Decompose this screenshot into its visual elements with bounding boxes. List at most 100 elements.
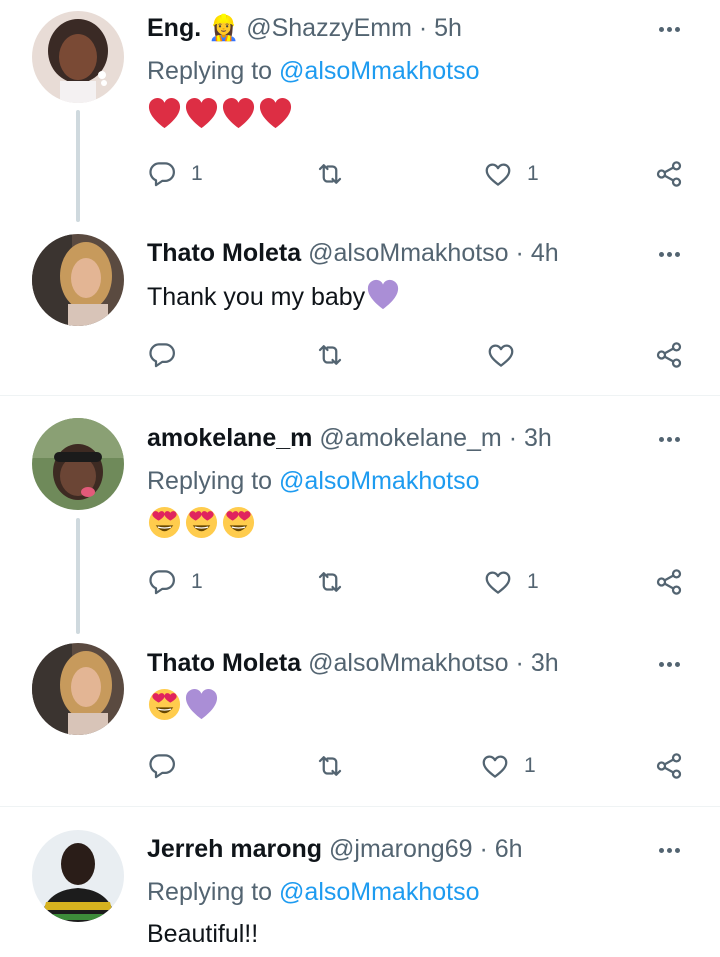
divider: [0, 395, 720, 396]
tweet-text: Beautiful!!: [147, 920, 259, 948]
tweet-text-content: Thank you my baby: [147, 283, 366, 311]
replying-prefix: Replying to: [147, 878, 273, 906]
heart-eyes-emoji: [148, 688, 181, 721]
username[interactable]: @alsoMmakhotso: [308, 239, 508, 267]
like-icon: [488, 344, 514, 367]
retweet-icon: [318, 164, 342, 184]
tweet-actions: 1 1: [0, 156, 720, 192]
tweet-text: Thank you my baby: [147, 278, 401, 314]
tweet-emojis: [147, 505, 256, 540]
replying-to: Replying to @alsoMmakhotso: [147, 54, 479, 88]
reply-count: 1: [191, 570, 203, 593]
separator-dot: ·: [515, 239, 524, 267]
more-icon[interactable]: [652, 647, 686, 681]
timestamp[interactable]: 3h: [524, 424, 552, 452]
share-button[interactable]: [654, 564, 684, 600]
like-button[interactable]: 1: [483, 564, 539, 600]
red-heart-emoji: [185, 97, 218, 129]
like-count: 1: [527, 162, 539, 185]
timestamp[interactable]: 6h: [495, 835, 523, 863]
tweet-actions: 1: [0, 748, 720, 784]
like-button[interactable]: [486, 337, 530, 373]
tweet[interactable]: Thato Moleta @alsoMmakhotso · 3h 1: [0, 634, 720, 804]
more-icon[interactable]: [652, 422, 686, 456]
tweet-emojis: [147, 687, 219, 722]
more-icon[interactable]: [652, 833, 686, 867]
tweet-header: Jerreh marong @jmarong69 · 6h: [147, 832, 523, 866]
more-icon[interactable]: [652, 12, 686, 46]
reply-button[interactable]: [147, 337, 191, 373]
like-icon: [485, 163, 511, 186]
reply-button[interactable]: [147, 748, 191, 784]
tweet-actions: 1 1: [0, 564, 720, 600]
share-icon: [656, 161, 682, 187]
mention-link[interactable]: @alsoMmakhotso: [279, 467, 479, 495]
red-heart-emoji: [259, 97, 292, 129]
display-name[interactable]: Jerreh marong: [147, 835, 322, 863]
reply-count: 1: [191, 162, 203, 185]
separator-dot: ·: [508, 424, 518, 452]
timestamp[interactable]: 4h: [531, 239, 559, 267]
share-icon: [656, 569, 682, 595]
display-name[interactable]: amokelane_m: [147, 424, 312, 452]
reply-icon: [149, 754, 175, 779]
reply-button[interactable]: 1: [147, 156, 203, 192]
username[interactable]: @alsoMmakhotso: [308, 649, 508, 677]
heart-eyes-emoji: [148, 506, 181, 539]
tweet[interactable]: Jerreh marong @jmarong69 · 6h Replying t…: [0, 820, 720, 957]
retweet-icon: [318, 756, 342, 776]
red-heart-emoji: [222, 97, 255, 129]
replying-to: Replying to @alsoMmakhotso: [147, 464, 479, 498]
username[interactable]: @amokelane_m: [319, 424, 501, 452]
separator-dot: ·: [515, 649, 524, 677]
red-heart-emoji: [148, 97, 181, 129]
like-icon: [485, 571, 511, 594]
timestamp[interactable]: 5h: [434, 14, 462, 42]
retweet-button[interactable]: [315, 564, 359, 600]
share-button[interactable]: [654, 337, 684, 373]
reply-icon: [149, 570, 175, 595]
replying-prefix: Replying to: [147, 57, 273, 85]
display-name[interactable]: Thato Moleta: [147, 239, 301, 267]
more-icon[interactable]: [652, 237, 686, 271]
tweet[interactable]: amokelane_m @amokelane_m · 3h Replying t…: [0, 408, 720, 634]
like-button[interactable]: 1: [483, 156, 539, 192]
retweet-button[interactable]: [315, 156, 359, 192]
reply-icon: [149, 343, 175, 368]
share-icon: [656, 753, 682, 779]
separator-dot: ·: [479, 835, 488, 863]
purple-heart-emoji: [185, 688, 218, 720]
like-button[interactable]: 1: [480, 748, 536, 784]
like-count: 1: [527, 570, 539, 593]
like-icon: [482, 755, 508, 778]
display-name[interactable]: Eng. 👷‍♀️: [147, 14, 239, 42]
timestamp[interactable]: 3h: [531, 649, 559, 677]
retweet-button[interactable]: [315, 748, 359, 784]
avatar[interactable]: [32, 11, 124, 103]
username[interactable]: @jmarong69: [329, 835, 473, 863]
mention-link[interactable]: @alsoMmakhotso: [279, 57, 479, 85]
tweet-header: Thato Moleta @alsoMmakhotso · 3h: [147, 646, 559, 680]
tweet-actions: [0, 337, 720, 373]
tweet[interactable]: Thato Moleta @alsoMmakhotso · 4h Thank y…: [0, 225, 720, 393]
heart-eyes-emoji: [185, 506, 218, 539]
replying-prefix: Replying to: [147, 467, 273, 495]
mention-link[interactable]: @alsoMmakhotso: [279, 878, 479, 906]
tweet-header: Thato Moleta @alsoMmakhotso · 4h: [147, 236, 559, 270]
reply-icon: [149, 162, 175, 187]
replying-to: Replying to @alsoMmakhotso: [147, 875, 479, 909]
purple-heart-emoji: [368, 279, 399, 310]
separator-dot: ·: [418, 14, 428, 42]
avatar[interactable]: [32, 830, 124, 922]
retweet-button[interactable]: [315, 337, 359, 373]
share-button[interactable]: [654, 748, 684, 784]
tweet[interactable]: Eng. 👷‍♀️ @ShazzyEmm · 5h Replying to @a…: [0, 0, 720, 225]
avatar[interactable]: [32, 234, 124, 326]
display-name[interactable]: Thato Moleta: [147, 649, 301, 677]
avatar[interactable]: [32, 418, 124, 510]
username[interactable]: @ShazzyEmm: [246, 14, 412, 42]
tweet-header: amokelane_m @amokelane_m · 3h: [147, 421, 552, 455]
avatar[interactable]: [32, 643, 124, 735]
reply-button[interactable]: 1: [147, 564, 203, 600]
share-button[interactable]: [654, 156, 684, 192]
